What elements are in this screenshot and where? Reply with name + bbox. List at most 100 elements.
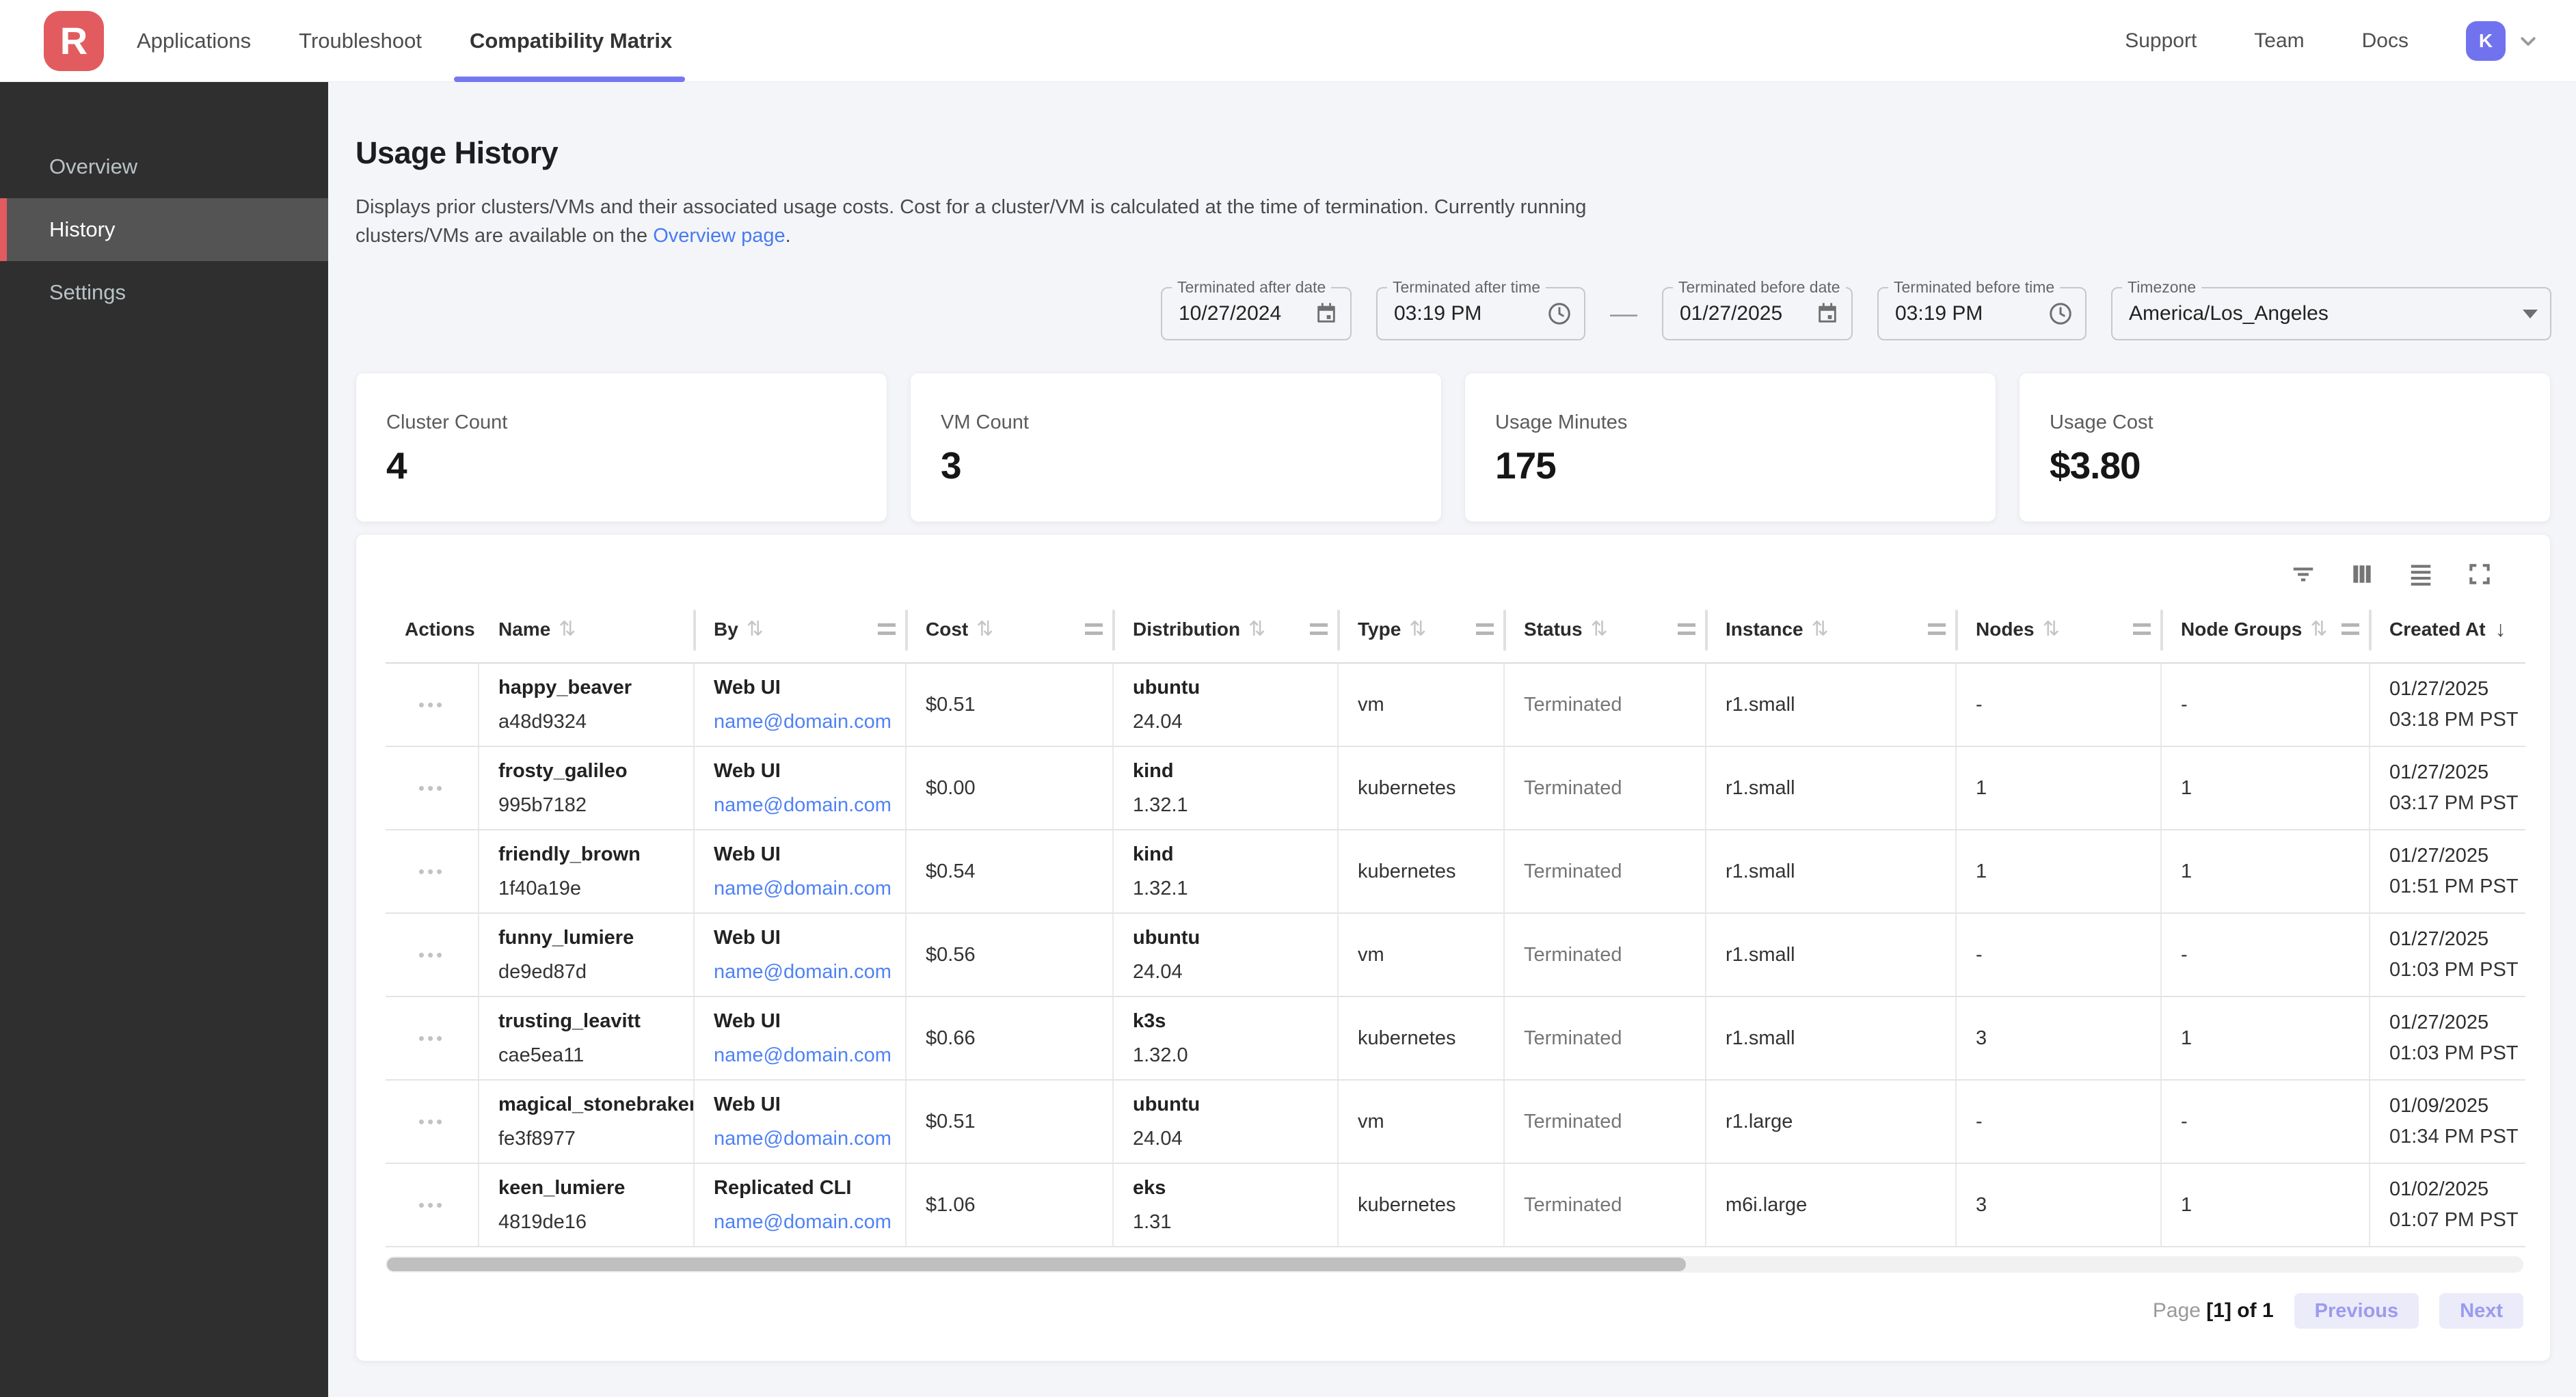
column-menu-icon[interactable] <box>2133 623 2151 635</box>
usage-table-card: Actions Name ⇅ By ⇅ Cost ⇅ Distribut <box>355 534 2551 1361</box>
row-actions-button[interactable]: ••• <box>418 778 445 799</box>
docs-link[interactable]: Docs <box>2362 29 2409 53</box>
by-cell: Web UI name@domain.com <box>695 747 907 829</box>
stat-value: 3 <box>941 444 1411 487</box>
distribution-cell: ubuntu 24.04 <box>1114 914 1339 996</box>
column-menu-icon[interactable] <box>1928 623 1946 635</box>
field-value[interactable]: 01/27/2025 <box>1680 302 1803 325</box>
column-header-nodes[interactable]: Nodes ⇅ <box>1957 596 2162 662</box>
by-cell: Web UI name@domain.com <box>695 830 907 912</box>
sidebar-item-overview[interactable]: Overview <box>0 135 328 198</box>
email-link[interactable]: name@domain.com <box>714 1128 905 1150</box>
field-value[interactable]: America/Los_Angeles <box>2129 302 2510 325</box>
support-link[interactable]: Support <box>2125 29 2197 53</box>
usage-minutes-card: Usage Minutes 175 <box>1464 372 1996 522</box>
field-value[interactable]: 10/27/2024 <box>1179 302 1302 325</box>
column-header-node-groups[interactable]: Node Groups ⇅ <box>2162 596 2370 662</box>
sort-arrows-icon[interactable]: ⇅ <box>559 617 576 641</box>
row-actions-button[interactable]: ••• <box>418 1028 445 1049</box>
tab-troubleshoot[interactable]: Troubleshoot <box>299 0 422 82</box>
field-label: Timezone <box>2122 278 2201 297</box>
column-menu-icon[interactable] <box>1678 623 1695 635</box>
column-header-by[interactable]: By ⇅ <box>695 596 907 662</box>
clock-icon[interactable] <box>1547 301 1572 326</box>
distribution-cell: ubuntu 24.04 <box>1114 664 1339 746</box>
avatar[interactable]: K <box>2466 21 2506 61</box>
column-menu-icon[interactable] <box>1476 623 1494 635</box>
column-header-type[interactable]: Type ⇅ <box>1339 596 1505 662</box>
column-menu-icon[interactable] <box>878 623 896 635</box>
dropdown-arrow-icon[interactable] <box>2523 310 2538 318</box>
sidebar: Overview History Settings <box>0 82 328 1397</box>
status-badge: Terminated <box>1524 860 1705 883</box>
by-cell: Web UI name@domain.com <box>695 914 907 996</box>
email-link[interactable]: name@domain.com <box>714 711 905 733</box>
sort-arrows-icon[interactable]: ⇅ <box>1248 617 1265 641</box>
distribution-cell: kind 1.32.1 <box>1114 747 1339 829</box>
replicated-logo[interactable]: R <box>44 11 104 71</box>
next-button[interactable]: Next <box>2439 1293 2523 1329</box>
created-at-cell: 01/27/2025 01:03 PM PST <box>2370 997 2525 1079</box>
instance-cell: m6i.large <box>1706 1164 1957 1246</box>
timezone-select[interactable]: Timezone America/Los_Angeles <box>2111 287 2551 340</box>
status-cell: Terminated <box>1505 997 1706 1079</box>
density-icon[interactable] <box>2406 559 2436 589</box>
actions-cell: ••• <box>386 830 479 912</box>
terminated-before-time-field[interactable]: Terminated before time 03:19 PM <box>1877 287 2087 340</box>
field-value[interactable]: 03:19 PM <box>1394 302 1535 325</box>
sort-arrows-icon[interactable]: ⇅ <box>2043 617 2060 641</box>
field-value[interactable]: 03:19 PM <box>1895 302 2036 325</box>
type-cell: vm <box>1339 664 1505 746</box>
column-menu-icon[interactable] <box>1085 623 1103 635</box>
column-header-cost[interactable]: Cost ⇅ <box>907 596 1114 662</box>
team-link[interactable]: Team <box>2254 29 2304 53</box>
user-menu[interactable]: K <box>2466 21 2538 61</box>
row-actions-button[interactable]: ••• <box>418 861 445 882</box>
columns-icon[interactable] <box>2347 559 2377 589</box>
email-link[interactable]: name@domain.com <box>714 1044 905 1067</box>
sort-arrows-icon[interactable]: ⇅ <box>976 617 993 641</box>
node-groups-cell: - <box>2162 664 2370 746</box>
row-actions-button[interactable]: ••• <box>418 945 445 966</box>
terminated-after-time-field[interactable]: Terminated after time 03:19 PM <box>1376 287 1585 340</box>
sort-desc-icon[interactable]: ↓ <box>2495 616 2506 642</box>
email-link[interactable]: name@domain.com <box>714 794 905 817</box>
column-menu-icon[interactable] <box>1310 623 1328 635</box>
scrollbar-thumb[interactable] <box>387 1258 1686 1271</box>
sort-arrows-icon[interactable]: ⇅ <box>1812 617 1829 641</box>
row-actions-button[interactable]: ••• <box>418 694 445 716</box>
column-header-instance[interactable]: Instance ⇅ <box>1706 596 1957 662</box>
column-header-status[interactable]: Status ⇅ <box>1505 596 1706 662</box>
overview-page-link[interactable]: Overview page <box>653 225 785 247</box>
sort-arrows-icon[interactable]: ⇅ <box>1591 617 1608 641</box>
sort-arrows-icon[interactable]: ⇅ <box>2310 617 2327 641</box>
email-link[interactable]: name@domain.com <box>714 961 905 984</box>
row-actions-button[interactable]: ••• <box>418 1195 445 1216</box>
fullscreen-icon[interactable] <box>2465 559 2495 589</box>
clock-icon[interactable] <box>2048 301 2073 326</box>
terminated-before-date-field[interactable]: Terminated before date 01/27/2025 <box>1662 287 1853 340</box>
row-actions-button[interactable]: ••• <box>418 1111 445 1132</box>
email-link[interactable]: name@domain.com <box>714 878 905 900</box>
column-menu-icon[interactable] <box>2342 623 2359 635</box>
actions-cell: ••• <box>386 747 479 829</box>
usage-table: Actions Name ⇅ By ⇅ Cost ⇅ Distribut <box>386 596 2525 1247</box>
horizontal-scrollbar[interactable] <box>386 1256 2523 1273</box>
sort-arrows-icon[interactable]: ⇅ <box>747 617 764 641</box>
email-link[interactable]: name@domain.com <box>714 1211 905 1234</box>
column-header-created-at[interactable]: Created At ↓ <box>2370 596 2525 662</box>
tab-compatibility-matrix[interactable]: Compatibility Matrix <box>470 0 672 82</box>
sort-arrows-icon[interactable]: ⇅ <box>1409 617 1426 641</box>
terminated-after-date-field[interactable]: Terminated after date 10/27/2024 <box>1161 287 1352 340</box>
sidebar-item-settings[interactable]: Settings <box>0 261 328 324</box>
nodes-cell: 3 <box>1957 997 2162 1079</box>
filter-icon[interactable] <box>2288 559 2318 589</box>
column-header-name[interactable]: Name ⇅ <box>479 596 695 662</box>
tab-applications[interactable]: Applications <box>137 0 251 82</box>
sidebar-item-history[interactable]: History <box>0 198 328 261</box>
calendar-icon[interactable] <box>1315 302 1338 325</box>
previous-button[interactable]: Previous <box>2294 1293 2419 1329</box>
calendar-icon[interactable] <box>1816 302 1839 325</box>
column-header-distribution[interactable]: Distribution ⇅ <box>1114 596 1339 662</box>
actions-cell: ••• <box>386 1081 479 1163</box>
